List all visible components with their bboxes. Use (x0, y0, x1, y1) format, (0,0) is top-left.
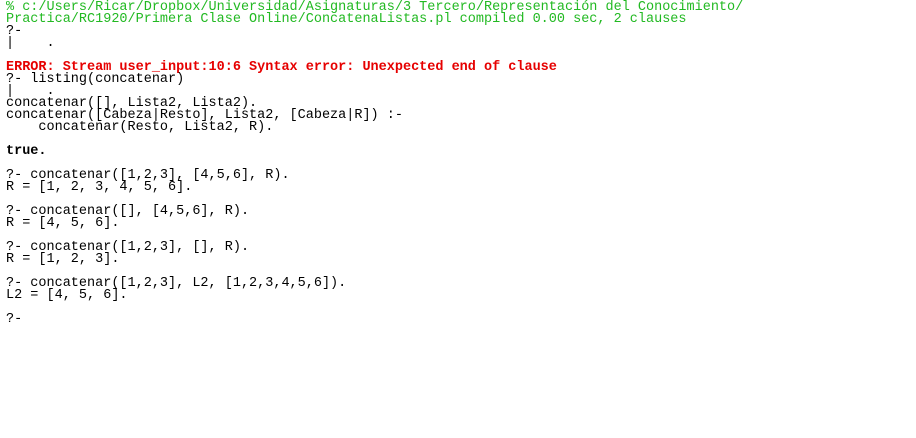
final-prompt[interactable]: ?- (6, 313, 916, 327)
query-result: true. (6, 144, 47, 159)
query-line: ?- concatenar([1,2,3], [], R). (6, 240, 250, 255)
answer-line: R = [1, 2, 3, 4, 5, 6]. (6, 180, 193, 195)
consult-message-line-2: Practica/RC1920/Primera Clase Online/Con… (6, 12, 687, 27)
query-line: ?- concatenar([1,2,3], L2, [1,2,3,4,5,6]… (6, 276, 347, 291)
query-line: ?- concatenar([], [4,5,6], R). (6, 204, 250, 219)
answer-line: R = [1, 2, 3]. (6, 252, 120, 267)
answer-line: L2 = [4, 5, 6]. (6, 288, 128, 303)
clause-line: concatenar(Resto, Lista2, R). (6, 120, 274, 135)
prolog-console[interactable]: % c:/Users/Ricar/Dropbox/Universidad/Asi… (0, 0, 916, 438)
listing-query: ?- listing(concatenar) (6, 72, 185, 87)
answer-line: R = [4, 5, 6]. (6, 216, 120, 231)
continuation-cursor: | . (6, 36, 55, 51)
prompt: ?- (6, 24, 23, 39)
